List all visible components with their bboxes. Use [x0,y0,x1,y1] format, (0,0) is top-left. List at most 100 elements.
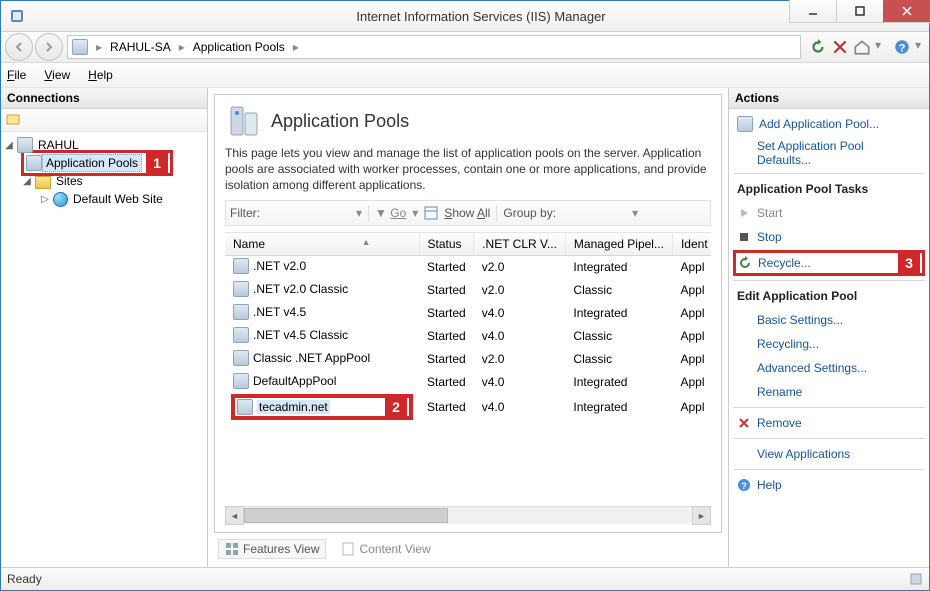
close-button[interactable] [883,0,930,23]
start-icon [737,206,751,220]
tab-features-view[interactable]: Features View [218,539,326,559]
status-text: Ready [7,572,42,586]
annotation-3: 3 [898,253,920,273]
pool-icon [233,258,249,274]
statusbar: Ready [1,567,929,590]
stop-icon [737,230,751,244]
breadcrumb-node[interactable]: Application Pools [193,40,285,54]
menu-view[interactable]: View [42,66,72,84]
group-by-input[interactable] [562,205,626,221]
show-all-button[interactable]: Show All [444,206,490,220]
menu-file[interactable]: File [5,66,28,84]
show-all-icon [424,206,438,220]
app-icon [1,8,33,24]
svg-text:?: ? [899,43,906,55]
filter-label: Filter: [230,206,260,220]
help-icon: ? [737,478,751,492]
actions-header: Actions [729,88,929,109]
titlebar: Internet Information Services (IIS) Mana… [1,1,929,32]
menu-help[interactable]: Help [86,66,115,84]
pool-icon [233,281,249,297]
connections-tree: ◢ RAHUL Application Pools 1 ◢ Sites [1,132,207,567]
pool-icon [233,304,249,320]
table-row[interactable]: .NET v2.0 ClassicStartedv2.0ClassicAppl [225,279,711,302]
refresh-icon[interactable] [809,38,827,56]
col-pipeline[interactable]: Managed Pipel... [565,233,672,256]
iis-manager-window: Internet Information Services (IIS) Mana… [0,0,930,591]
page-title: Application Pools [271,111,409,132]
home-icon[interactable] [853,38,871,56]
actions-panel: Actions Add Application Pool... Set Appl… [728,88,929,567]
connections-toolbar [1,109,207,132]
maximize-button[interactable] [836,0,883,23]
table-row-selected[interactable]: tecadmin.net2Startedv4.0IntegratedAppl [225,394,711,420]
action-recycle[interactable]: Recycle... 3 [733,250,925,276]
annotation-2: 2 [385,397,407,417]
table-row[interactable]: Classic .NET AppPoolStartedv2.0ClassicAp… [225,348,711,371]
tab-content-view[interactable]: Content View [334,539,437,559]
forward-button[interactable] [35,33,63,61]
action-view-applications[interactable]: View Applications [733,443,925,465]
action-advanced-settings[interactable]: Advanced Settings... [733,357,925,379]
globe-icon [53,192,68,207]
svg-text:?: ? [741,481,747,491]
address-bar: ▸ RAHUL-SA ▸ Application Pools ▸ ▾ ? ▾ [1,32,929,63]
action-rename[interactable]: Rename [733,381,925,403]
action-basic-settings[interactable]: Basic Settings... [733,309,925,331]
page-header: Application Pools [225,103,711,139]
view-tabs: Features View Content View [214,537,722,561]
pool-icon [237,399,253,415]
tree-default-site[interactable]: ▷ Default Web Site [3,190,205,208]
col-clr[interactable]: .NET CLR V... [474,233,566,256]
menubar: File View Help [1,63,929,88]
filter-bar: Filter: ▾ ▼ Go ▾ Show All Group by: ▾ [225,200,711,226]
table-row[interactable]: .NET v2.0Startedv2.0IntegratedAppl [225,255,711,279]
body: Connections ◢ RAHUL Application Pools 1 [1,88,929,567]
go-button[interactable]: ▼ Go [375,206,406,220]
remove-icon [737,416,751,430]
pool-icon [233,327,249,343]
tree-app-pools[interactable]: Application Pools 1 [3,154,205,172]
col-name[interactable]: Name ▲ [225,233,419,256]
actions-edit-header: Edit Application Pool [733,285,925,307]
col-identity[interactable]: Ident [672,233,711,256]
action-add-pool[interactable]: Add Application Pool... [733,113,925,135]
table-row[interactable]: .NET v4.5 ClassicStartedv4.0ClassicAppl [225,325,711,348]
server-icon [17,137,33,153]
window-controls [789,0,930,22]
center-panel: Application Pools This page lets you vie… [208,88,728,567]
connections-header: Connections [1,88,207,109]
connections-panel: Connections ◢ RAHUL Application Pools 1 [1,88,208,567]
actions-tasks-header: Application Pool Tasks [733,178,925,200]
recycle-icon [738,256,752,270]
folder-icon [35,176,51,189]
action-remove[interactable]: Remove [733,412,925,434]
action-start: Start [733,202,925,224]
group-by-label: Group by: [503,206,556,220]
filter-input[interactable] [266,205,350,221]
table-row[interactable]: .NET v4.5Startedv4.0IntegratedAppl [225,302,711,325]
horizontal-scrollbar[interactable]: ◄► [225,506,711,524]
action-set-defaults[interactable]: Set Application Pool Defaults... [733,137,925,169]
back-button[interactable] [5,33,33,61]
breadcrumb-server[interactable]: RAHUL-SA [110,40,171,54]
help-icon[interactable]: ? [893,38,911,56]
table-row[interactable]: DefaultAppPoolStartedv4.0IntegratedAppl [225,371,711,394]
app-pools-page-icon [225,103,261,139]
pool-icon [233,373,249,389]
pool-icon [233,350,249,366]
action-stop[interactable]: Stop [733,226,925,248]
col-status[interactable]: Status [419,233,474,256]
annotation-1: 1 [146,153,168,173]
action-recycling-settings[interactable]: Recycling... [733,333,925,355]
add-pool-icon [737,116,753,132]
app-pools-icon [26,155,42,171]
server-icon [72,39,88,55]
breadcrumb[interactable]: ▸ RAHUL-SA ▸ Application Pools ▸ [67,35,801,59]
page-description: This page lets you view and manage the l… [225,145,711,194]
stop-nav-icon[interactable] [831,38,849,56]
connect-icon[interactable] [5,112,21,128]
config-icon[interactable] [909,572,923,586]
action-help[interactable]: ?Help [733,474,925,496]
minimize-button[interactable] [789,0,836,23]
